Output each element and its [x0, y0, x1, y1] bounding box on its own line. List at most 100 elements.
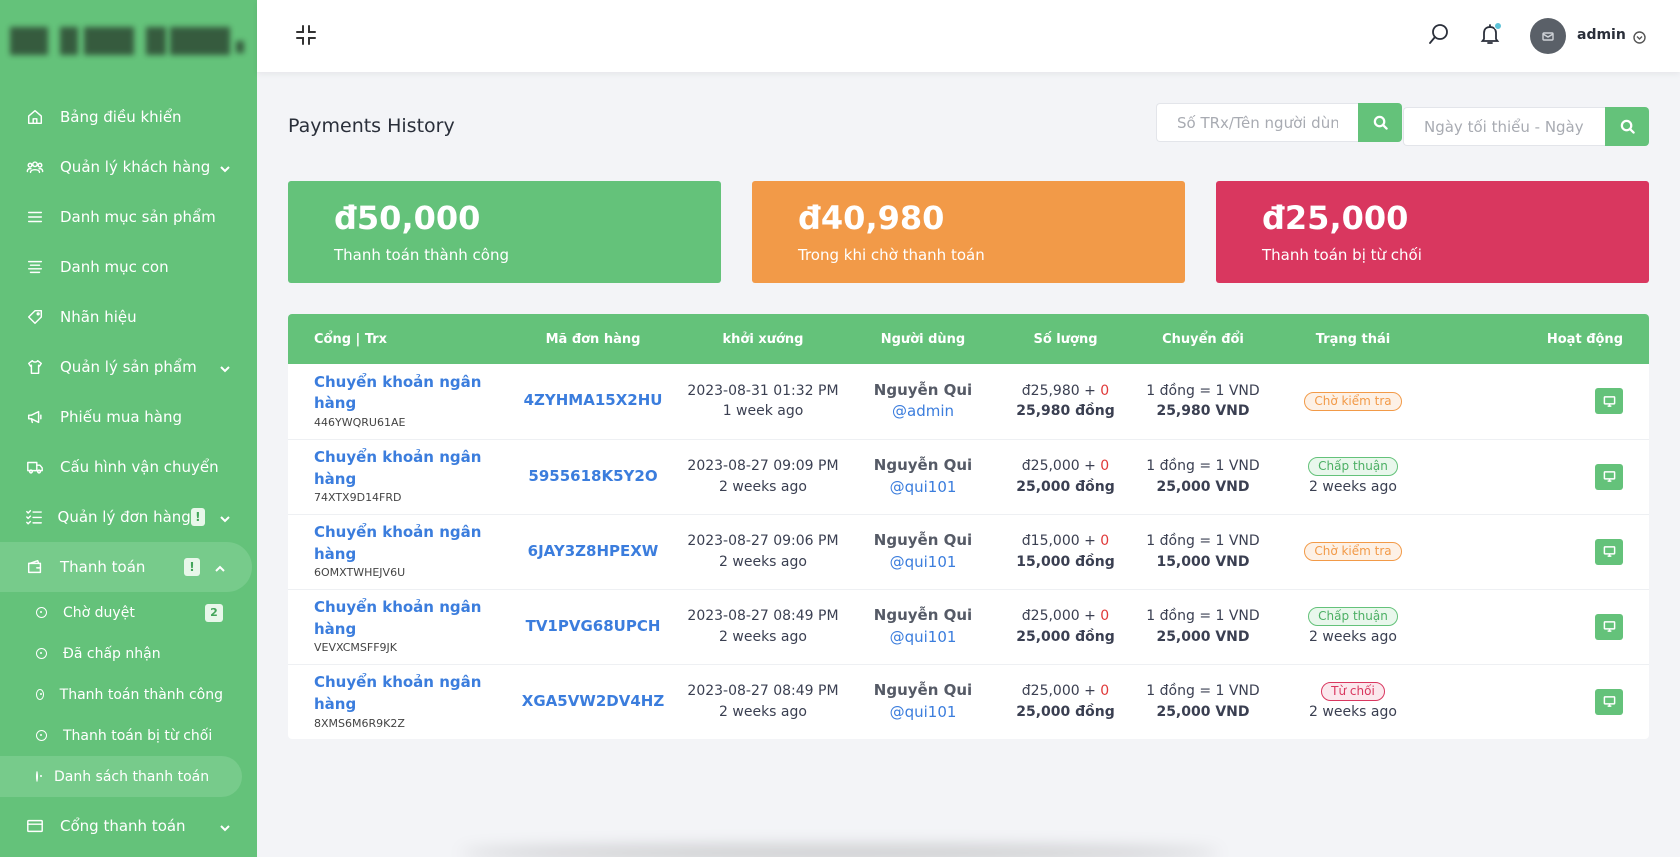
shirt-icon — [24, 356, 46, 378]
sidebar-item-shipping[interactable]: Cấu hình vận chuyển — [0, 442, 257, 492]
list-icon — [24, 206, 46, 228]
user-handle-link[interactable]: @qui101 — [848, 627, 998, 649]
trx-search-input[interactable] — [1156, 103, 1358, 142]
user-name[interactable]: admin — [1577, 27, 1626, 43]
sidebar-item-payment-gateways[interactable]: Cổng thanh toán — [0, 801, 257, 851]
initiated-date: 2023-08-27 09:09 PM — [687, 458, 839, 475]
search-icon[interactable] — [1427, 22, 1451, 46]
column-header: Chuyển đổi — [1162, 331, 1244, 347]
column-header: khởi xướng — [722, 331, 804, 347]
order-code-link[interactable]: 6JAY3Z8HPEXW — [528, 542, 659, 560]
sidebar-item-categories[interactable]: Danh mục sản phẩm — [0, 192, 257, 242]
circle-dot-icon — [36, 771, 42, 782]
gateway-link[interactable]: Chuyển khoản ngân hàng — [314, 372, 508, 416]
order-code-link[interactable]: TV1PVG68UPCH — [526, 617, 661, 635]
sidebar-item-label: Quản lý khách hàng — [60, 158, 211, 176]
card-amount: đ50,000 — [334, 199, 481, 237]
sidebar-subitem-approved[interactable]: Đã chấp nhận — [0, 633, 257, 674]
circle-dot-icon — [36, 689, 44, 700]
gateway-link[interactable]: Chuyển khoản ngân hàng — [314, 672, 508, 716]
status-ago: 2 weeks ago — [1309, 628, 1397, 645]
avatar[interactable] — [1530, 18, 1566, 54]
total-amount: 25,000 đồng — [1016, 703, 1115, 720]
count-badge: 2 — [205, 603, 223, 622]
payments-table: Cổng | Trx Mã đơn hàng khởi xướng Người … — [288, 314, 1649, 739]
collapse-icon[interactable] — [295, 24, 317, 46]
date-range-input[interactable] — [1403, 107, 1605, 146]
topbar: admin — [257, 0, 1680, 72]
user-handle-link[interactable]: @qui101 — [848, 552, 998, 574]
charge: 0 — [1100, 382, 1110, 399]
view-details-button[interactable] — [1595, 463, 1623, 490]
card-label: Thanh toán bị từ chối — [1262, 246, 1422, 265]
converted-amount: 25,980 VND — [1156, 403, 1250, 420]
sidebar-item-dashboard[interactable]: Bảng điều khiển — [0, 92, 257, 142]
subitem-label: Chờ duyệt — [63, 604, 135, 621]
sidebar-item-label: Cấu hình vận chuyển — [60, 458, 219, 476]
view-details-button[interactable] — [1595, 688, 1623, 715]
initiated-ago: 1 week ago — [722, 403, 804, 420]
view-details-button[interactable] — [1595, 388, 1623, 415]
sidebar-item-subcategories[interactable]: Danh mục con — [0, 242, 257, 292]
charge: 0 — [1100, 608, 1110, 625]
chevron-up-icon — [214, 561, 226, 573]
sidebar-item-brands[interactable]: Nhãn hiệu — [0, 292, 257, 342]
user-handle-link[interactable]: @qui101 — [848, 477, 998, 499]
conversion-rate: 1 đồng = 1 VND — [1146, 533, 1260, 550]
sidebar-subitem-rejected[interactable]: Thanh toán bị từ chối — [0, 715, 257, 756]
user-fullname: Nguyễn Qui — [873, 605, 973, 624]
user-handle-link[interactable]: @qui101 — [848, 702, 998, 724]
search-icon — [1373, 115, 1388, 130]
sidebar-subitem-successful[interactable]: Thanh toán thành công — [0, 674, 257, 715]
sidebar-item-products[interactable]: Quản lý sản phẩm — [0, 342, 257, 392]
order-code-link[interactable]: 5955618K5Y2O — [528, 467, 657, 485]
view-details-button[interactable] — [1595, 613, 1623, 640]
circle-dot-icon — [36, 607, 47, 618]
megaphone-icon — [24, 406, 46, 428]
column-header: Mã đơn hàng — [545, 331, 641, 347]
sidebar: Bảng điều khiển Quản lý khách hàng Danh … — [0, 0, 257, 857]
status-badge: Chấp thuận — [1308, 457, 1398, 477]
rejected-payments-card: đ25,000 Thanh toán bị từ chối — [1216, 181, 1649, 283]
view-details-button[interactable] — [1595, 538, 1623, 565]
gateway-link[interactable]: Chuyển khoản ngân hàng — [314, 597, 508, 641]
sidebar-item-coupons[interactable]: Phiếu mua hàng — [0, 392, 257, 442]
column-header: Hoạt động — [1546, 331, 1623, 347]
alert-badge: ! — [184, 558, 200, 576]
desktop-icon — [1603, 471, 1615, 482]
sidebar-item-customers[interactable]: Quản lý khách hàng — [0, 142, 257, 192]
order-code-link[interactable]: 4ZYHMA15X2HU — [524, 391, 663, 409]
sidebar-item-payments[interactable]: Thanh toán ! — [0, 542, 252, 592]
sidebar-subitem-all-payments[interactable]: Danh sách thanh toán — [0, 756, 242, 797]
user-fullname: Nguyễn Qui — [873, 455, 973, 474]
status-ago: 2 weeks ago — [1309, 478, 1397, 495]
initiated-ago: 2 weeks ago — [719, 703, 807, 720]
sidebar-item-orders[interactable]: Quản lý đơn hàng ! — [0, 492, 257, 542]
search-icon — [1620, 119, 1635, 134]
status-badge: Chấp thuận — [1308, 607, 1398, 627]
bottom-shadow — [460, 846, 1220, 857]
payments-submenu: Chờ duyệt 2 Đã chấp nhận Thanh toán thàn… — [0, 592, 257, 801]
sidebar-item-label: Quản lý sản phẩm — [60, 358, 197, 376]
credit-card-icon — [24, 815, 46, 837]
trx-search-button[interactable] — [1358, 103, 1402, 142]
wallet-icon — [24, 556, 46, 578]
logo[interactable] — [0, 0, 257, 82]
pending-payments-card: đ40,980 Trong khi chờ thanh toán — [752, 181, 1185, 283]
gateway-link[interactable]: Chuyển khoản ngân hàng — [314, 447, 508, 491]
conversion-rate: 1 đồng = 1 VND — [1146, 458, 1260, 475]
order-code-link[interactable]: XGA5VW2DV4HZ — [522, 692, 664, 710]
gateway-link[interactable]: Chuyển khoản ngân hàng — [314, 522, 508, 566]
date-search-button[interactable] — [1605, 107, 1649, 146]
trx-id: 446YWQRU61AE — [314, 416, 406, 430]
bell-icon[interactable] — [1478, 22, 1502, 48]
conversion-rate: 1 đồng = 1 VND — [1146, 608, 1260, 625]
converted-amount: 25,000 VND — [1156, 628, 1250, 645]
sidebar-item-label: Cổng thanh toán — [60, 817, 186, 835]
user-handle-link[interactable]: @admin — [848, 401, 998, 423]
truck-icon — [24, 456, 46, 478]
chevron-down-circle-icon[interactable] — [1633, 29, 1646, 44]
users-icon — [24, 156, 46, 178]
status-ago: 2 weeks ago — [1309, 703, 1397, 720]
sidebar-subitem-pending[interactable]: Chờ duyệt 2 — [0, 592, 257, 633]
